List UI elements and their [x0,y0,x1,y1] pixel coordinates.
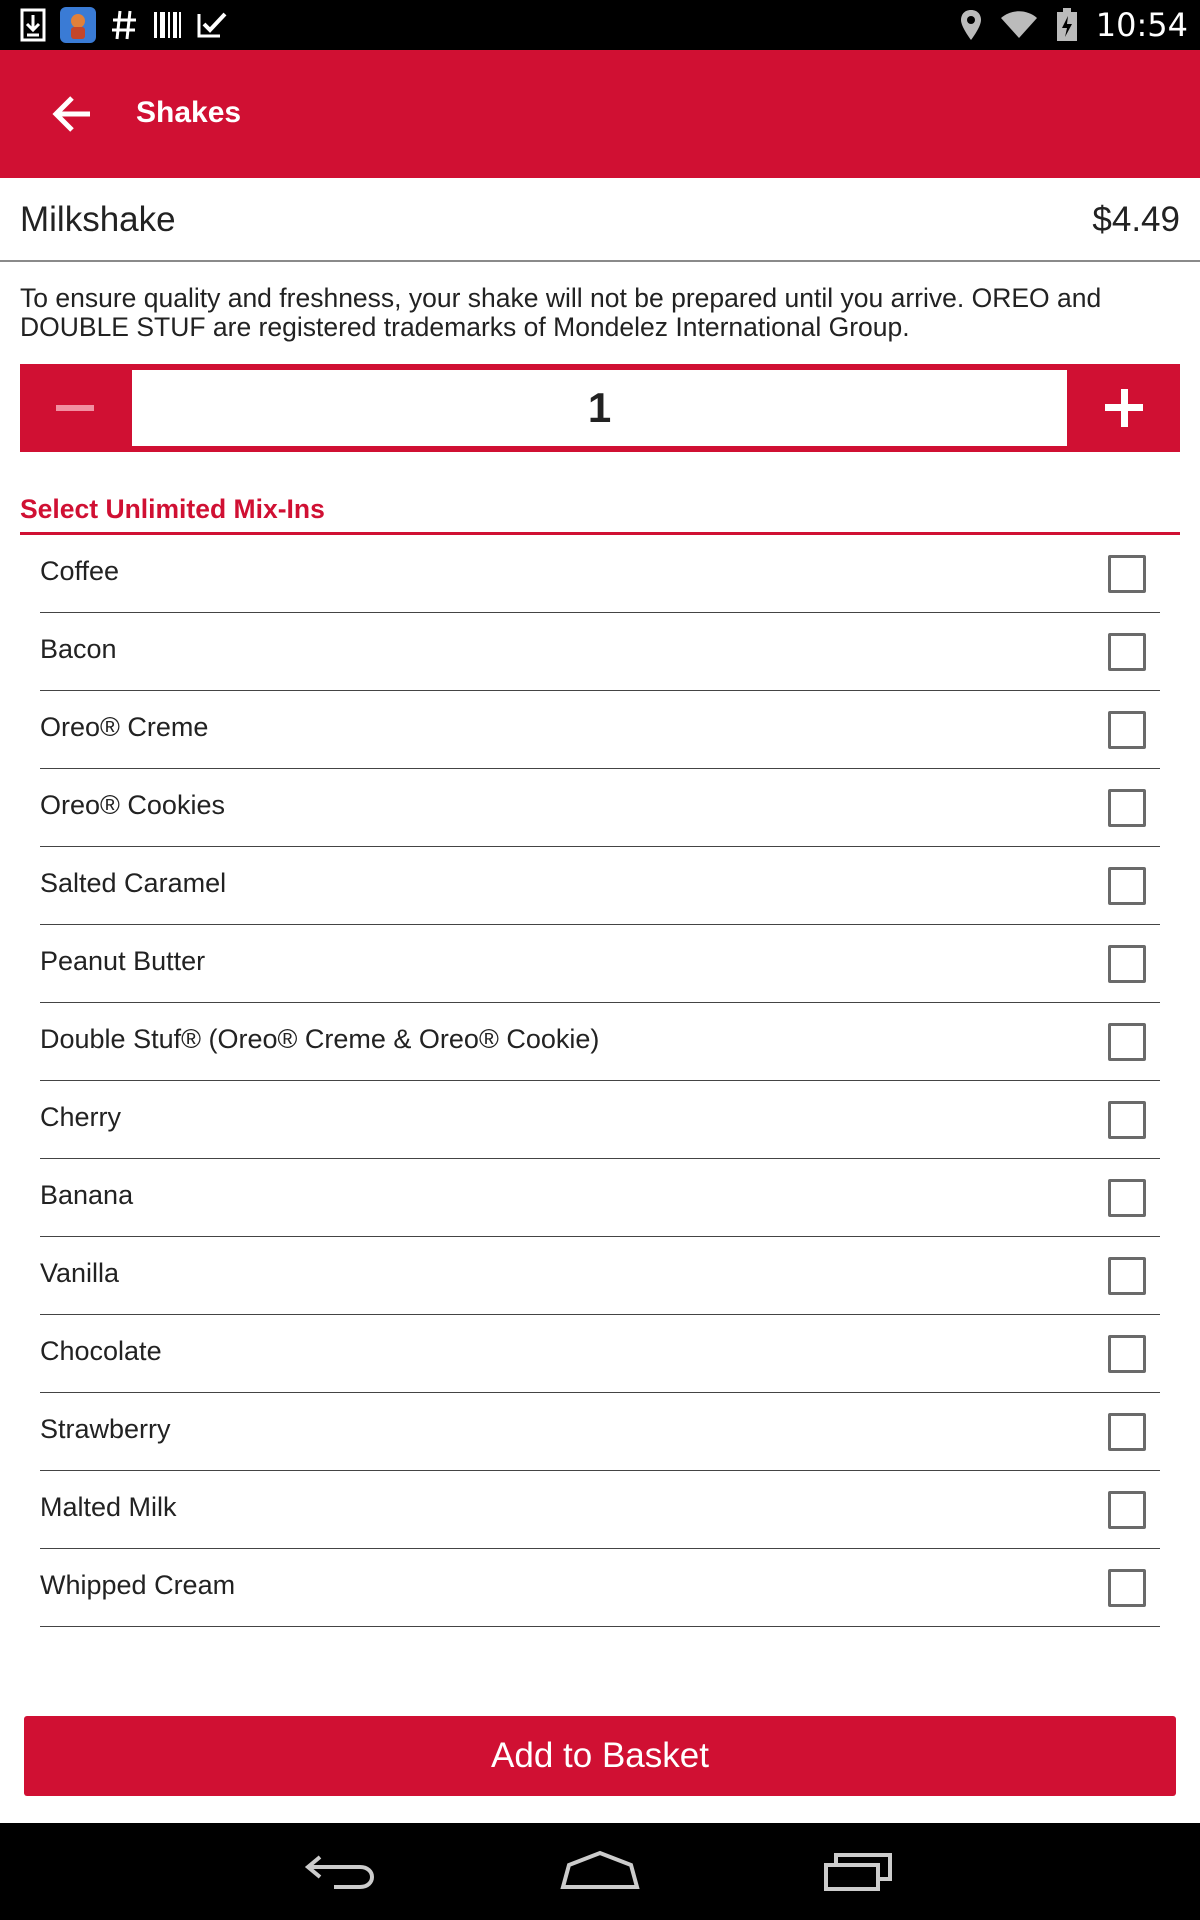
mixin-checkbox[interactable] [1108,633,1146,671]
back-nav-icon[interactable] [300,1843,390,1899]
app-bar: Shakes [0,50,1200,178]
mixin-checkbox[interactable] [1108,1257,1146,1295]
mixin-option[interactable]: Whipped Cream [40,1549,1160,1627]
checkmark-icon [196,10,228,40]
download-icon [20,8,46,42]
mixin-option[interactable]: Peanut Butter [40,925,1160,1003]
back-button[interactable] [46,90,98,138]
mixin-checkbox[interactable] [1108,555,1146,593]
mixin-option[interactable]: Oreo® Cookies [40,769,1160,847]
mixin-label: Oreo® Creme [40,712,209,742]
mixin-checkbox[interactable] [1108,1569,1146,1607]
mixin-label: Strawberry [40,1414,171,1444]
mixin-option[interactable]: Malted Milk [40,1471,1160,1549]
add-to-basket-button[interactable]: Add to Basket [24,1716,1176,1796]
mixin-option[interactable]: Coffee [40,535,1160,613]
minus-icon [56,405,94,411]
mixin-checkbox[interactable] [1108,1491,1146,1529]
mixin-option[interactable]: Oreo® Creme [40,691,1160,769]
mixins-list: Coffee Bacon Oreo® Creme Oreo® Cookies Salte… [40,535,1160,1627]
mixin-checkbox[interactable] [1108,1023,1146,1061]
mixin-label: Bacon [40,634,117,664]
mixin-checkbox[interactable] [1108,867,1146,905]
mixin-option[interactable]: Strawberry [40,1393,1160,1471]
arrow-left-icon [52,96,90,132]
system-nav-bar [0,1823,1200,1920]
mixins-heading: Select Unlimited Mix-Ins [20,494,325,524]
mixin-checkbox[interactable] [1108,1335,1146,1373]
mixin-label: Cherry [40,1102,122,1132]
app-notification-icon [60,7,96,43]
quantity-stepper: 1 [20,364,1180,452]
mixin-option[interactable]: Vanilla [40,1237,1160,1315]
decrease-quantity-button[interactable] [20,364,132,452]
mixin-checkbox[interactable] [1108,711,1146,749]
mixin-checkbox[interactable] [1108,789,1146,827]
status-bar: 10:54 [0,0,1200,50]
mixin-option[interactable]: Cherry [40,1081,1160,1159]
increase-quantity-button[interactable] [1068,364,1180,452]
page-title: Shakes [136,96,242,129]
mixin-label: Vanilla [40,1258,120,1288]
battery-icon [1056,8,1078,42]
mixin-checkbox[interactable] [1108,1179,1146,1217]
status-bar-system: 10:54 [960,0,1188,50]
home-nav-icon[interactable] [555,1843,645,1899]
mixin-label: Banana [40,1180,134,1210]
mixin-checkbox[interactable] [1108,1101,1146,1139]
product-description: To ensure quality and freshness, your sh… [20,283,1102,342]
recents-nav-icon[interactable] [812,1843,902,1899]
product-name: Milkshake [20,200,176,239]
mixin-label: Whipped Cream [40,1570,236,1600]
mixin-option[interactable]: Banana [40,1159,1160,1237]
mixin-checkbox[interactable] [1108,945,1146,983]
mixin-label: Chocolate [40,1336,162,1366]
mixin-option[interactable]: Double Stuf® (Oreo® Creme & Oreo® Cookie… [40,1003,1160,1081]
mixin-label: Malted Milk [40,1492,177,1522]
wifi-icon [1000,10,1038,40]
status-time: 10:54 [1095,6,1188,44]
mixin-checkbox[interactable] [1108,1413,1146,1451]
mixin-label: Salted Caramel [40,868,227,898]
quantity-value[interactable]: 1 [132,370,1067,446]
location-icon [960,9,982,41]
mixin-option[interactable]: Salted Caramel [40,847,1160,925]
barcode-icon [152,10,182,40]
mixin-label: Oreo® Cookies [40,790,225,820]
status-bar-notifications [20,7,228,43]
mixin-label: Coffee [40,556,120,586]
mixin-label: Peanut Butter [40,946,206,976]
product-price: $4.49 [1092,200,1180,239]
plus-icon-vertical [1120,389,1128,427]
mixin-option[interactable]: Bacon [40,613,1160,691]
mixin-label: Double Stuf® (Oreo® Creme & Oreo® Cookie… [40,1024,600,1054]
mixin-option[interactable]: Chocolate [40,1315,1160,1393]
product-header: Milkshake $4.49 [0,178,1200,262]
hashtag-icon [110,8,138,42]
